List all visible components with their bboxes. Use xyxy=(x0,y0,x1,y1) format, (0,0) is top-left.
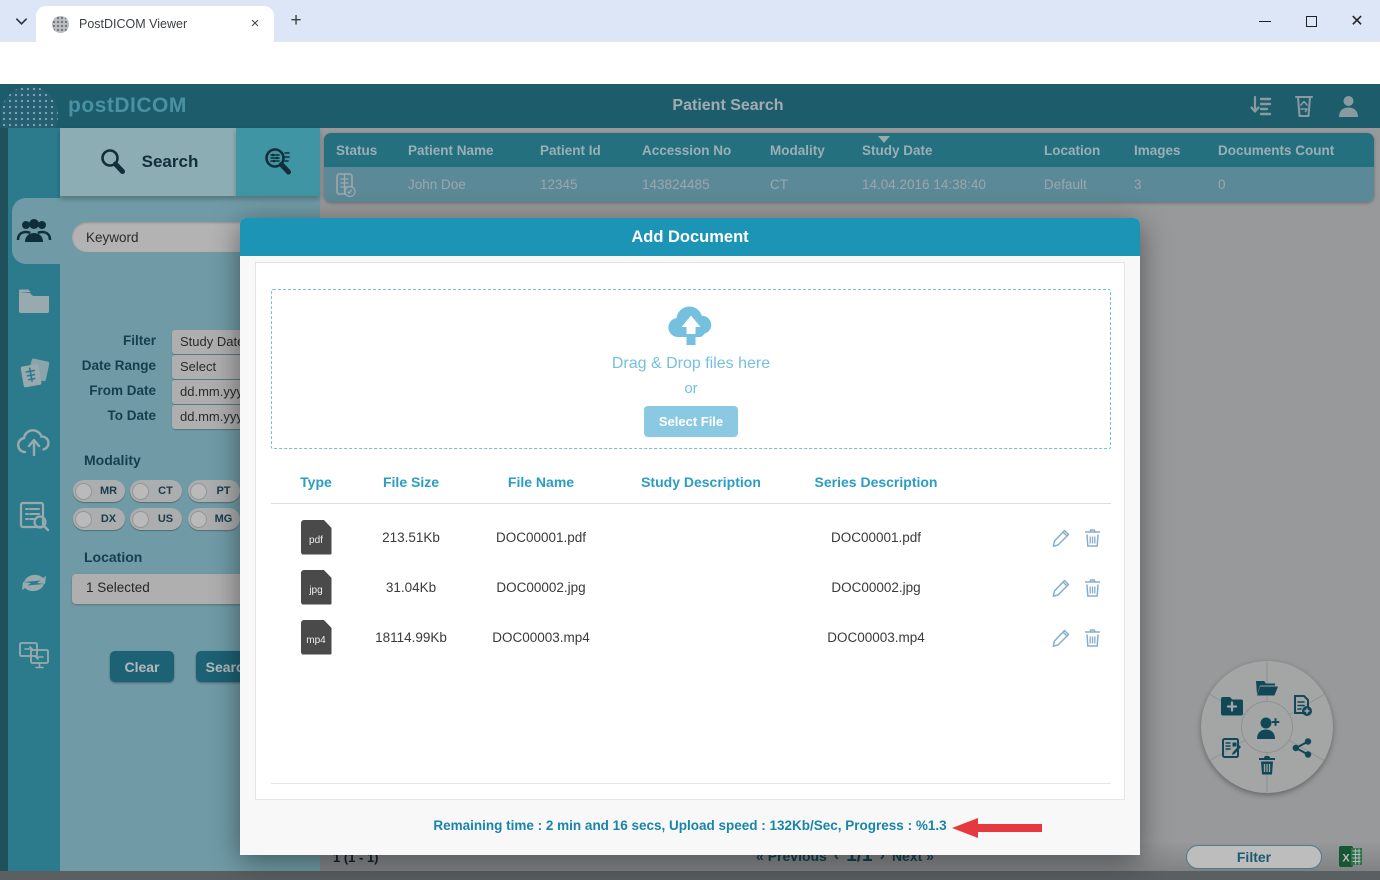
new-tab-button[interactable]: + xyxy=(284,9,308,33)
fcol-series-description: Series Description xyxy=(781,467,971,497)
file-study-description[interactable] xyxy=(621,512,781,562)
modal-card: Drag & Drop files here or Select File Ty… xyxy=(255,262,1125,800)
select-file-button[interactable]: Select File xyxy=(644,406,738,437)
fcol-type: Type xyxy=(271,467,361,497)
file-row-3: mp4 18114.99Kb DOC00003.mp4 DOC00003.mp4 xyxy=(271,612,1111,662)
tab-close-icon[interactable]: × xyxy=(246,15,264,33)
delete-file-icon[interactable] xyxy=(1084,628,1103,647)
browser-tab-strip: PostDICOM Viewer × + ✕ xyxy=(0,0,1380,42)
screen: PostDICOM Viewer × + ✕ germany.postdicom… xyxy=(0,0,1380,880)
file-series-description[interactable]: DOC00002.jpg xyxy=(781,562,971,612)
dropzone-or-text: or xyxy=(272,380,1110,397)
file-row-2: jpg 31.04Kb DOC00002.jpg DOC00002.jpg xyxy=(271,562,1111,612)
annotation-arrow xyxy=(952,817,1042,839)
delete-file-icon[interactable] xyxy=(1084,578,1103,597)
fcol-file-name: File Name xyxy=(461,467,621,497)
file-type-badge: pdf xyxy=(301,520,332,555)
file-study-description[interactable] xyxy=(621,612,781,662)
edit-pencil-icon[interactable] xyxy=(1052,528,1071,547)
delete-file-icon[interactable] xyxy=(1084,528,1103,547)
file-dropzone[interactable]: Drag & Drop files here or Select File xyxy=(271,289,1111,449)
file-type-badge: mp4 xyxy=(301,620,332,655)
add-document-modal: Add Document Drag & Drop files here or S… xyxy=(240,218,1140,855)
fcol-study-description: Study Description xyxy=(621,467,781,497)
app-viewport: postDICOM Patient Search xyxy=(0,84,1380,880)
file-size: 213.51Kb xyxy=(361,512,461,562)
file-series-description[interactable]: DOC00001.pdf xyxy=(781,512,971,562)
tab-search-chevron-icon[interactable] xyxy=(8,8,34,34)
file-name: DOC00003.mp4 xyxy=(461,612,621,662)
window-close-button[interactable]: ✕ xyxy=(1334,0,1380,42)
edit-pencil-icon[interactable] xyxy=(1052,578,1071,597)
window-controls: ✕ xyxy=(1242,0,1380,42)
tab-title: PostDICOM Viewer xyxy=(79,17,246,31)
file-type-badge: jpg xyxy=(301,570,332,605)
browser-tab[interactable]: PostDICOM Viewer × xyxy=(36,6,274,42)
file-name: DOC00001.pdf xyxy=(461,512,621,562)
window-maximize-button[interactable] xyxy=(1288,0,1334,42)
file-study-description[interactable] xyxy=(621,562,781,612)
file-table-header: Type File Size File Name Study Descripti… xyxy=(271,467,1111,497)
edit-pencil-icon[interactable] xyxy=(1052,628,1071,647)
file-row-1: pdf 213.51Kb DOC00001.pdf DOC00001.pdf xyxy=(271,512,1111,562)
file-size: 31.04Kb xyxy=(361,562,461,612)
modal-title: Add Document xyxy=(631,228,748,247)
fcol-file-size: File Size xyxy=(361,467,461,497)
modal-header: Add Document xyxy=(240,218,1140,256)
cloud-upload-icon xyxy=(665,301,717,347)
file-series-description[interactable]: DOC00003.mp4 xyxy=(781,612,971,662)
dropzone-text: Drag & Drop files here xyxy=(272,355,1110,373)
window-minimize-button[interactable] xyxy=(1242,0,1288,42)
tab-favicon xyxy=(52,16,69,33)
file-name: DOC00002.jpg xyxy=(461,562,621,612)
file-size: 18114.99Kb xyxy=(361,612,461,662)
browser-toolbar: germany.postdicom.com/Viewer/Main Guest xyxy=(0,42,1380,84)
